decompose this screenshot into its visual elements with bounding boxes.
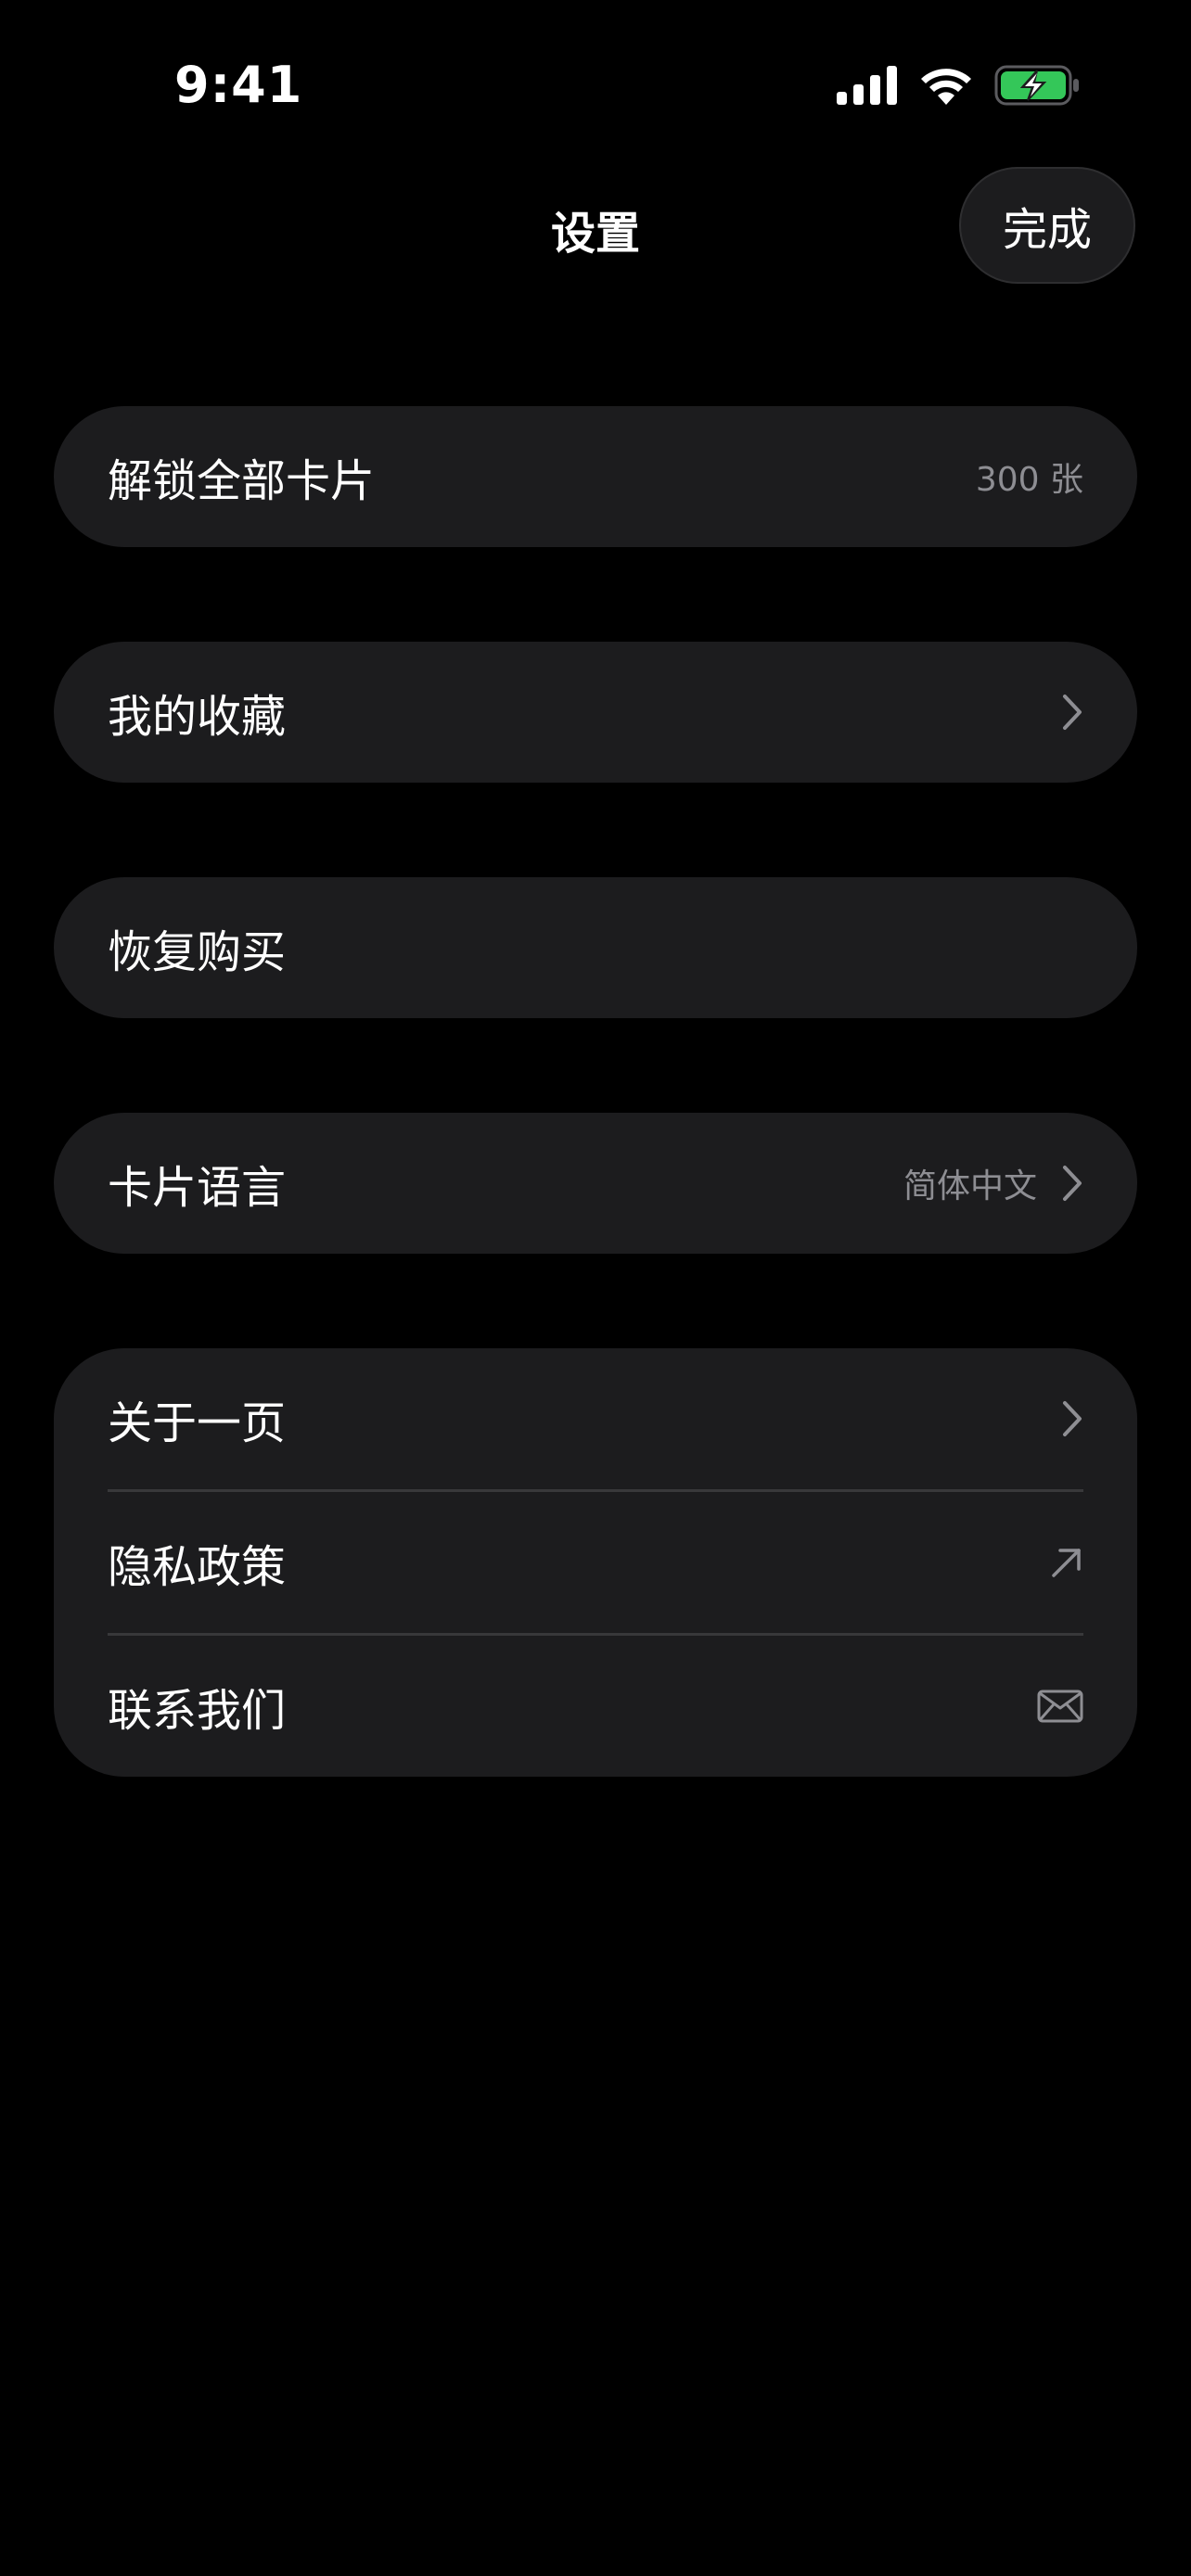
chevron-right-icon (1061, 1164, 1083, 1203)
status-icons (837, 65, 1080, 106)
unlock-card[interactable]: 解锁全部卡片 300 张 (54, 406, 1137, 547)
privacy-policy-row[interactable]: 隐私政策 (54, 1492, 1137, 1633)
about-label: 关于一页 (108, 1397, 287, 1449)
chevron-right-icon (1061, 693, 1083, 732)
contact-us-label: 联系我们 (108, 1685, 287, 1737)
chevron-right-icon (1061, 1399, 1083, 1438)
restore-purchase-row[interactable]: 恢复购买 (54, 877, 1137, 1018)
language-card[interactable]: 卡片语言 简体中文 (54, 1113, 1137, 1254)
info-group-card: 关于一页 隐私政策 联系我们 (54, 1348, 1137, 1777)
cellular-signal-icon (837, 66, 898, 105)
unlock-all-cards-label: 解锁全部卡片 (108, 455, 376, 507)
about-row[interactable]: 关于一页 (54, 1348, 1137, 1489)
unlock-all-cards-row[interactable]: 解锁全部卡片 300 张 (54, 406, 1137, 547)
contact-us-row[interactable]: 联系我们 (54, 1636, 1137, 1777)
restore-purchase-label: 恢复购买 (108, 926, 287, 978)
wifi-icon (918, 66, 974, 105)
favorites-card[interactable]: 我的收藏 (54, 642, 1137, 783)
external-link-arrow-icon (1050, 1546, 1083, 1579)
battery-charging-icon (994, 65, 1080, 106)
card-language-value: 简体中文 (903, 1167, 1037, 1205)
favorites-row[interactable]: 我的收藏 (54, 642, 1137, 783)
status-bar: 9:41 (0, 0, 1191, 167)
card-count-value: 300 张 (975, 461, 1083, 499)
status-time: 9:41 (174, 56, 303, 114)
card-language-row[interactable]: 卡片语言 简体中文 (54, 1113, 1137, 1254)
card-language-label: 卡片语言 (108, 1162, 287, 1214)
privacy-policy-label: 隐私政策 (108, 1541, 287, 1593)
favorites-label: 我的收藏 (108, 691, 287, 743)
done-button[interactable]: 完成 (959, 167, 1135, 284)
restore-card[interactable]: 恢复购买 (54, 877, 1137, 1018)
mail-icon (1037, 1690, 1083, 1723)
